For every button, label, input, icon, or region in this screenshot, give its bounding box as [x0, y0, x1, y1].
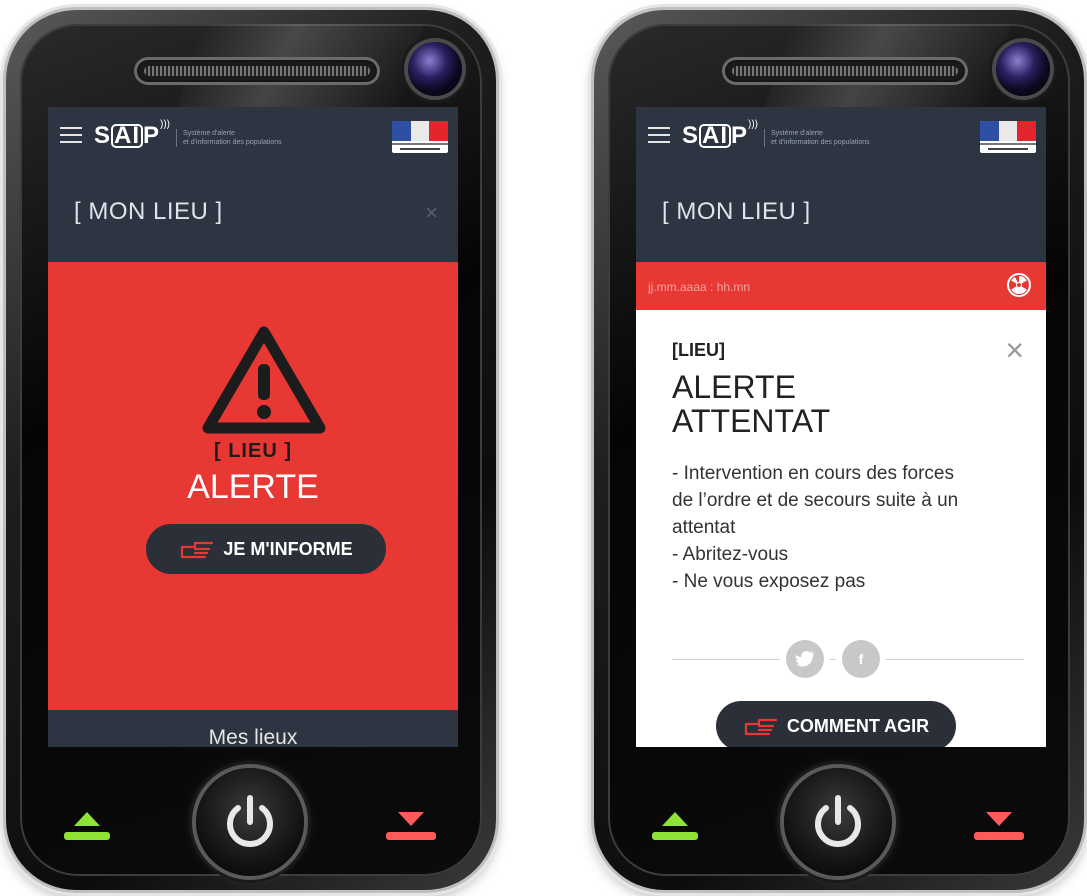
hand-pointer-icon [744, 718, 777, 736]
phone-left: S AI P ))) Système d'alerte et d'informati… [6, 10, 496, 890]
twitter-icon[interactable] [786, 640, 824, 678]
tagline-line1: Système d'alerte [183, 130, 235, 137]
place-title: [ MON LIEU ] [662, 198, 811, 225]
app-tagline: Système d'alerte et d'information des po… [764, 129, 870, 147]
power-button[interactable] [196, 768, 304, 876]
app-tagline: Système d'alerte et d'information des po… [176, 129, 282, 147]
alert-title-line2: ATTENTAT [672, 403, 831, 439]
place-title: [ MON LIEU ] [74, 198, 223, 225]
phone-right: S AI P ))) Système d'alerte et d'informati… [594, 10, 1084, 890]
alert-datetime: jj.mm.aaaa : hh.mn [648, 280, 751, 294]
speaker-grille [722, 57, 968, 85]
instruction-line: - Intervention en cours des forces [672, 463, 954, 484]
saip-logo: S AI P [94, 122, 161, 149]
tagline-line2: et d'information des populations [771, 139, 870, 146]
speaker-grille [134, 57, 380, 85]
hamburger-icon[interactable] [648, 127, 670, 143]
alert-panel: [ LIEU ] ALERTE JE M'INFORME [48, 262, 458, 710]
hand-pointer-icon [181, 541, 214, 559]
instruction-line: de l’ordre et de secours suite à un [672, 490, 959, 511]
close-icon[interactable]: × [1005, 334, 1024, 366]
bottom-nav[interactable]: Mes lieux [48, 710, 458, 747]
my-places-link[interactable]: Mes lieux [48, 710, 458, 747]
alert-location: [LIEU] [672, 340, 725, 360]
alert-instructions: - Intervention en cours des forces de l’… [672, 460, 1012, 595]
screen-right: S AI P ))) Système d'alerte et d'informati… [636, 107, 1046, 747]
camera-lens [996, 42, 1050, 96]
power-button[interactable] [784, 768, 892, 876]
instruction-line: attentat [672, 517, 736, 538]
republique-francaise-logo [392, 121, 448, 153]
hang-up-icon[interactable] [384, 806, 438, 844]
close-icon[interactable]: × [425, 200, 438, 226]
app-header: S AI P ))) Système d'alerte et d'informati… [636, 107, 1046, 164]
signal-icon: ))) [748, 119, 758, 130]
republique-francaise-logo [980, 121, 1036, 153]
place-bar: [ MON LIEU ] × [48, 164, 458, 262]
facebook-icon[interactable]: f [842, 640, 880, 678]
how-to-act-button[interactable]: COMMENT AGIR [716, 701, 956, 747]
saip-logo: S AI P [682, 122, 749, 149]
warning-triangle-icon [202, 326, 326, 434]
screen-left: S AI P ))) Système d'alerte et d'informati… [48, 107, 458, 747]
inform-button-label: JE M'INFORME [223, 538, 353, 559]
hamburger-icon[interactable] [60, 127, 82, 143]
signal-icon: ))) [160, 119, 170, 130]
radiation-icon [1007, 273, 1031, 297]
power-icon [815, 795, 861, 847]
answer-call-icon[interactable] [62, 806, 112, 844]
alert-label: ALERTE [187, 468, 319, 506]
inform-button[interactable]: JE M'INFORME [146, 524, 386, 574]
alert-title: ALERTE ATTENTAT [672, 370, 830, 438]
alert-date-bar: jj.mm.aaaa : hh.mn [636, 262, 1046, 310]
alert-title-line1: ALERTE [672, 369, 796, 405]
answer-call-icon[interactable] [650, 806, 700, 844]
alert-location: [ LIEU ] [214, 440, 292, 462]
camera-lens [408, 42, 462, 96]
instruction-line: - Abritez-vous [672, 544, 789, 565]
how-to-act-button-label: COMMENT AGIR [786, 715, 930, 736]
app-header: S AI P ))) Système d'alerte et d'informati… [48, 107, 458, 164]
tagline-line2: et d'information des populations [183, 139, 282, 146]
tagline-line1: Système d'alerte [771, 130, 823, 137]
power-icon [227, 795, 273, 847]
hang-up-icon[interactable] [972, 806, 1026, 844]
alert-detail-card: [LIEU] × ALERTE ATTENTAT - Intervention … [636, 310, 1046, 747]
place-bar: [ MON LIEU ] [636, 164, 1046, 262]
instruction-line: - Ne vous exposez pas [672, 571, 866, 592]
